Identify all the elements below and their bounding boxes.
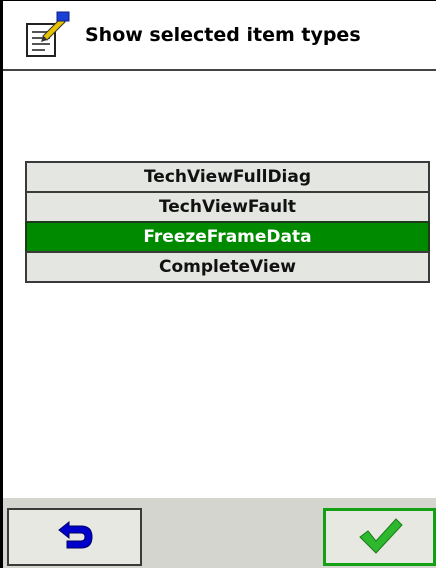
document-edit-icon bbox=[21, 10, 71, 60]
back-button[interactable] bbox=[7, 508, 142, 566]
item-type-list: TechViewFullDiag TechViewFault FreezeFra… bbox=[25, 161, 430, 283]
page-title: Show selected item types bbox=[85, 24, 361, 46]
list-item-techviewfulldiag[interactable]: TechViewFullDiag bbox=[25, 161, 430, 193]
ok-button[interactable] bbox=[323, 508, 436, 566]
app-screen: Show selected item types TechViewFullDia… bbox=[0, 0, 436, 568]
checkmark-icon bbox=[356, 515, 404, 559]
list-item-completeview[interactable]: CompleteView bbox=[25, 251, 430, 283]
title-bar: Show selected item types bbox=[3, 1, 436, 71]
button-bar bbox=[3, 498, 436, 568]
list-item-freezeframedata[interactable]: FreezeFrameData bbox=[25, 221, 430, 253]
list-item-techviewfault[interactable]: TechViewFault bbox=[25, 191, 430, 223]
return-arrow-icon bbox=[55, 518, 95, 556]
